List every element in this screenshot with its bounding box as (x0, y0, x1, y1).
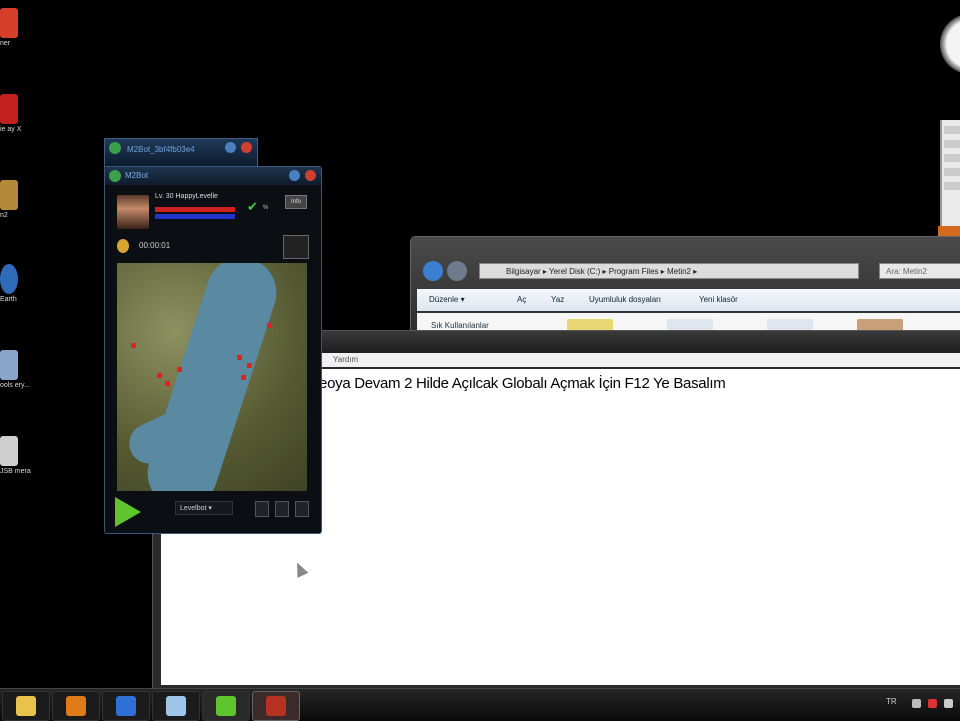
explorer-nav-bar: Bilgisayar ▸ Yerel Disk (C:) ▸ Program F… (419, 261, 960, 283)
notepad-text: deoya Devam 2 Hilde Açılcak Globalı Açma… (311, 375, 726, 392)
camera-icon (0, 436, 18, 466)
character-portrait (117, 195, 149, 229)
tray-icon[interactable] (912, 699, 921, 708)
start-bot-button[interactable] (115, 497, 141, 527)
bot-logo-icon (109, 142, 121, 154)
game-icon (266, 696, 286, 716)
play-icon (66, 696, 86, 716)
map-marker (247, 363, 252, 368)
open-button[interactable]: Aç (517, 295, 526, 304)
calendar-gadget (940, 120, 960, 226)
address-bar[interactable]: Bilgisayar ▸ Yerel Disk (C:) ▸ Program F… (479, 263, 859, 279)
language-indicator[interactable]: TR (886, 697, 897, 706)
desktop-icon-3[interactable]: n2 (0, 180, 22, 220)
minimize-icon[interactable] (225, 142, 236, 153)
compat-files-button[interactable]: Uyumluluk dosyaları (589, 295, 661, 304)
app-icon (116, 696, 136, 716)
desktop-icon-4[interactable]: Earth (0, 264, 22, 304)
bot-logo-icon (109, 170, 121, 182)
volume-icon[interactable] (944, 699, 953, 708)
info-button[interactable]: Info (285, 195, 307, 209)
tray-icon[interactable] (928, 699, 937, 708)
burn-button[interactable]: Yaz (551, 295, 564, 304)
timer-value: 00:00:01 (139, 241, 171, 250)
bot-window-background[interactable]: M2Bot_3bf4fb03e4 (104, 138, 258, 168)
character-name: Lv. 30 HappyLevelle (155, 193, 218, 200)
map-marker (157, 373, 162, 378)
desktop-icon-label: ools ery... (0, 382, 30, 389)
close-icon[interactable] (241, 142, 252, 153)
taskbar-media-player[interactable] (52, 691, 100, 721)
search-input[interactable]: Ara: Metin2 (879, 263, 960, 279)
desktop-icon-label: Earth (0, 296, 17, 303)
desktop-icon-label: ie ay X (0, 126, 22, 133)
control-button-1[interactable] (255, 501, 269, 517)
taskbar-bot-app[interactable] (102, 691, 150, 721)
desktop-icon-5[interactable]: ools ery... (0, 350, 30, 390)
taskbar-m2bot[interactable] (202, 691, 250, 721)
taskbar-metin2[interactable] (252, 691, 300, 721)
taskbar: TR (0, 688, 960, 721)
bot-icon (216, 696, 236, 716)
app-icon (0, 8, 18, 38)
bot-mode-select[interactable]: Levelbot ▾ (175, 501, 233, 515)
desktop-icon-1[interactable]: ner (0, 8, 22, 48)
new-folder-button[interactable]: Yeni klasör (699, 295, 738, 304)
map-marker (237, 355, 242, 360)
map-marker (177, 367, 182, 372)
clock-gadget (940, 14, 960, 74)
globe-icon (0, 264, 18, 294)
minimize-icon[interactable] (289, 170, 300, 181)
mp-bar (155, 214, 235, 219)
folder-icon (16, 696, 36, 716)
taskbar-explorer[interactable] (2, 691, 50, 721)
back-icon[interactable] (423, 261, 443, 281)
bot-window: M2Bot Lv. 30 HappyLevelle ✔ % Info 00:00… (104, 166, 322, 534)
explorer-toolbar: Düzenle ▾ Aç Yaz Uyumluluk dosyaları Yen… (417, 289, 960, 311)
tools-icon (0, 350, 18, 380)
app-icon (0, 94, 18, 124)
bot-titlebar[interactable]: M2Bot (105, 167, 321, 185)
desktop-icon-2[interactable]: ie ay X (0, 94, 22, 134)
check-icon: ✔ (247, 199, 258, 214)
menu-help[interactable]: Yardım (333, 353, 358, 367)
bot-back-title: M2Bot_3bf4fb03e4 (127, 145, 195, 154)
notepad-icon (166, 696, 186, 716)
control-button-2[interactable] (275, 501, 289, 517)
map-marker (131, 343, 136, 348)
control-button-3[interactable] (295, 501, 309, 517)
map-marker (267, 323, 272, 328)
desktop-icon-label: ner (0, 40, 11, 47)
hp-bar (155, 207, 235, 212)
timer-icon (117, 239, 129, 253)
desktop-icon-6[interactable]: JSB mera (0, 436, 31, 476)
forward-icon[interactable] (447, 261, 467, 281)
desktop-icon-label: JSB mera (0, 468, 31, 475)
desktop-icon-label: n2 (0, 212, 8, 219)
map-marker (241, 375, 246, 380)
taskbar-notepad[interactable] (152, 691, 200, 721)
bot-title: M2Bot (125, 171, 149, 180)
screenshot-button[interactable] (283, 235, 309, 259)
minimap[interactable] (117, 263, 307, 491)
favorites-label[interactable]: Sık Kullanılanlar (431, 321, 489, 330)
game-icon (0, 180, 18, 210)
map-marker (165, 381, 170, 386)
percent-label: % (263, 205, 269, 211)
organize-button[interactable]: Düzenle ▾ (429, 295, 465, 304)
close-icon[interactable] (305, 170, 316, 181)
